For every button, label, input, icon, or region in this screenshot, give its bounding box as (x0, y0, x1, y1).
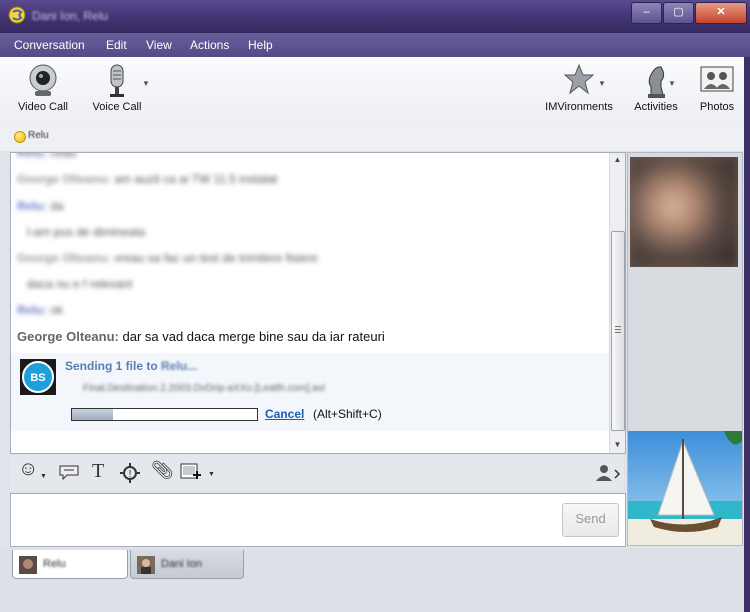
webcam-icon (29, 64, 57, 96)
insert-dropdown[interactable]: ▼ (208, 471, 215, 478)
chess-knight-icon (648, 66, 665, 98)
video-call-button[interactable]: Video Call (12, 61, 74, 121)
toolbar: Video Call Voice Call ▼ IMVironments ▼ A… (0, 57, 750, 125)
message-line: George Olteanu: dar sa vad daca merge bi… (17, 329, 385, 344)
transfer-filename: Final.Destination.2.2003.DvDrip-aXXo.[Le… (83, 383, 325, 394)
sailboat-image (628, 431, 742, 545)
message-line: George Olteanu: vreau sa fac un test de … (17, 251, 318, 265)
conversation-tabs: Relu Dani Ion (0, 548, 750, 612)
contact-avatar[interactable] (630, 157, 738, 267)
scroll-up-arrow[interactable]: ▲ (610, 153, 625, 167)
voice-call-button[interactable]: Voice Call (88, 61, 146, 121)
message-line: Relu: ok (17, 303, 64, 317)
tab-label: Dani Ion (161, 558, 202, 570)
chat-window: Dani Ion, Relu – ▢ ✕ Conversation Edit V… (0, 0, 750, 612)
text-format-icon[interactable]: T (92, 460, 104, 483)
tab-avatar-icon (19, 556, 37, 574)
formatting-toolbar: ☺ ▼ T ! 📎︎ ▼ (10, 455, 624, 491)
paperclip-icon[interactable]: 📎︎ (151, 460, 174, 481)
chat-history[interactable]: Relu: ceau George Olteanu: am auzit ca a… (10, 152, 626, 454)
messenger-icon (8, 6, 26, 24)
microphone-icon (110, 64, 124, 97)
tab-label: Relu (43, 558, 66, 570)
menu-edit[interactable]: Edit (106, 38, 127, 52)
minimize-button[interactable]: – (631, 2, 662, 24)
transfer-recipient: Relu... (161, 359, 198, 373)
audible-icon[interactable] (58, 463, 80, 481)
imvironments-icon (563, 63, 595, 95)
svg-text:!: ! (129, 469, 132, 480)
cancel-transfer-link[interactable]: Cancel (265, 407, 304, 421)
emoticon-icon[interactable]: ☺ (18, 458, 38, 481)
chat-scrollbar[interactable]: ▲ ▼ (609, 153, 625, 453)
my-avatar[interactable] (628, 431, 742, 545)
activities-label: Activities (634, 101, 678, 113)
menu-conversation[interactable]: Conversation (14, 38, 85, 52)
close-button[interactable]: ✕ (695, 2, 747, 24)
status-idle-icon (14, 131, 26, 143)
tab-dani-ion[interactable]: Dani Ion (130, 550, 244, 579)
tab-avatar-icon (137, 556, 155, 574)
menu-actions[interactable]: Actions (190, 38, 229, 52)
transfer-sending-label: Sending 1 file to (65, 359, 158, 373)
transfer-heading: Sending 1 file to Relu... (65, 359, 197, 373)
sender-name: George Olteanu: (17, 329, 119, 344)
file-transfer-panel: BS Sending 1 file to Relu... Final.Desti… (11, 353, 609, 431)
menu-help[interactable]: Help (248, 38, 273, 52)
svg-text:BS: BS (30, 372, 45, 384)
title-bar[interactable]: Dani Ion, Relu – ▢ ✕ (0, 0, 750, 33)
window-title: Dani Ion, Relu (32, 9, 109, 23)
tab-relu[interactable]: Relu (12, 550, 128, 579)
message-line: l-am pus de dimineata (27, 225, 146, 239)
cancel-shortcut: (Alt+Shift+C) (313, 407, 382, 421)
menu-bar: Conversation Edit View Actions Help (0, 33, 750, 57)
maximize-button[interactable]: ▢ (663, 2, 694, 24)
emoticon-dropdown[interactable]: ▼ (40, 473, 47, 480)
activities-button[interactable]: Activities (630, 61, 682, 121)
activities-dropdown[interactable]: ▼ (668, 79, 676, 88)
transfer-progress-bar (71, 408, 258, 421)
buzz-icon[interactable]: ! (120, 463, 140, 483)
photos-icon (700, 66, 734, 92)
video-call-label: Video Call (18, 101, 68, 113)
message-line: George Olteanu: am auzit ca ai TW 11.5 i… (17, 172, 278, 186)
voice-call-dropdown[interactable]: ▼ (142, 79, 150, 88)
contact-name[interactable]: Relu (28, 130, 49, 141)
message-text: dar sa vad daca merge bine sau da iar ra… (122, 329, 385, 344)
display-images-panel (627, 152, 743, 546)
message-line: Relu: ceau (17, 152, 77, 160)
send-button[interactable]: Send (562, 503, 619, 537)
message-line: daca nu e f relevant (27, 277, 133, 291)
photos-label: Photos (699, 101, 735, 113)
imvironments-label: IMVironments (545, 101, 613, 113)
imvironments-dropdown[interactable]: ▼ (598, 79, 606, 88)
window-frame-right (744, 57, 750, 612)
scroll-down-arrow[interactable]: ▼ (610, 438, 625, 452)
menu-view[interactable]: View (146, 38, 172, 52)
scroll-thumb[interactable] (611, 231, 625, 431)
contact-status-row: Relu (0, 125, 750, 151)
photos-button[interactable]: Photos (694, 61, 740, 121)
contact-info-toggle-icon[interactable] (595, 463, 621, 483)
voice-call-label: Voice Call (92, 101, 142, 113)
message-input[interactable]: Send (10, 493, 626, 547)
insert-image-icon[interactable] (180, 463, 202, 483)
message-line: Relu: da (17, 199, 64, 213)
bitshare-logo-icon: BS (20, 359, 56, 395)
imvironments-button[interactable]: IMVironments (540, 61, 618, 121)
transfer-progress-fill (72, 409, 113, 420)
